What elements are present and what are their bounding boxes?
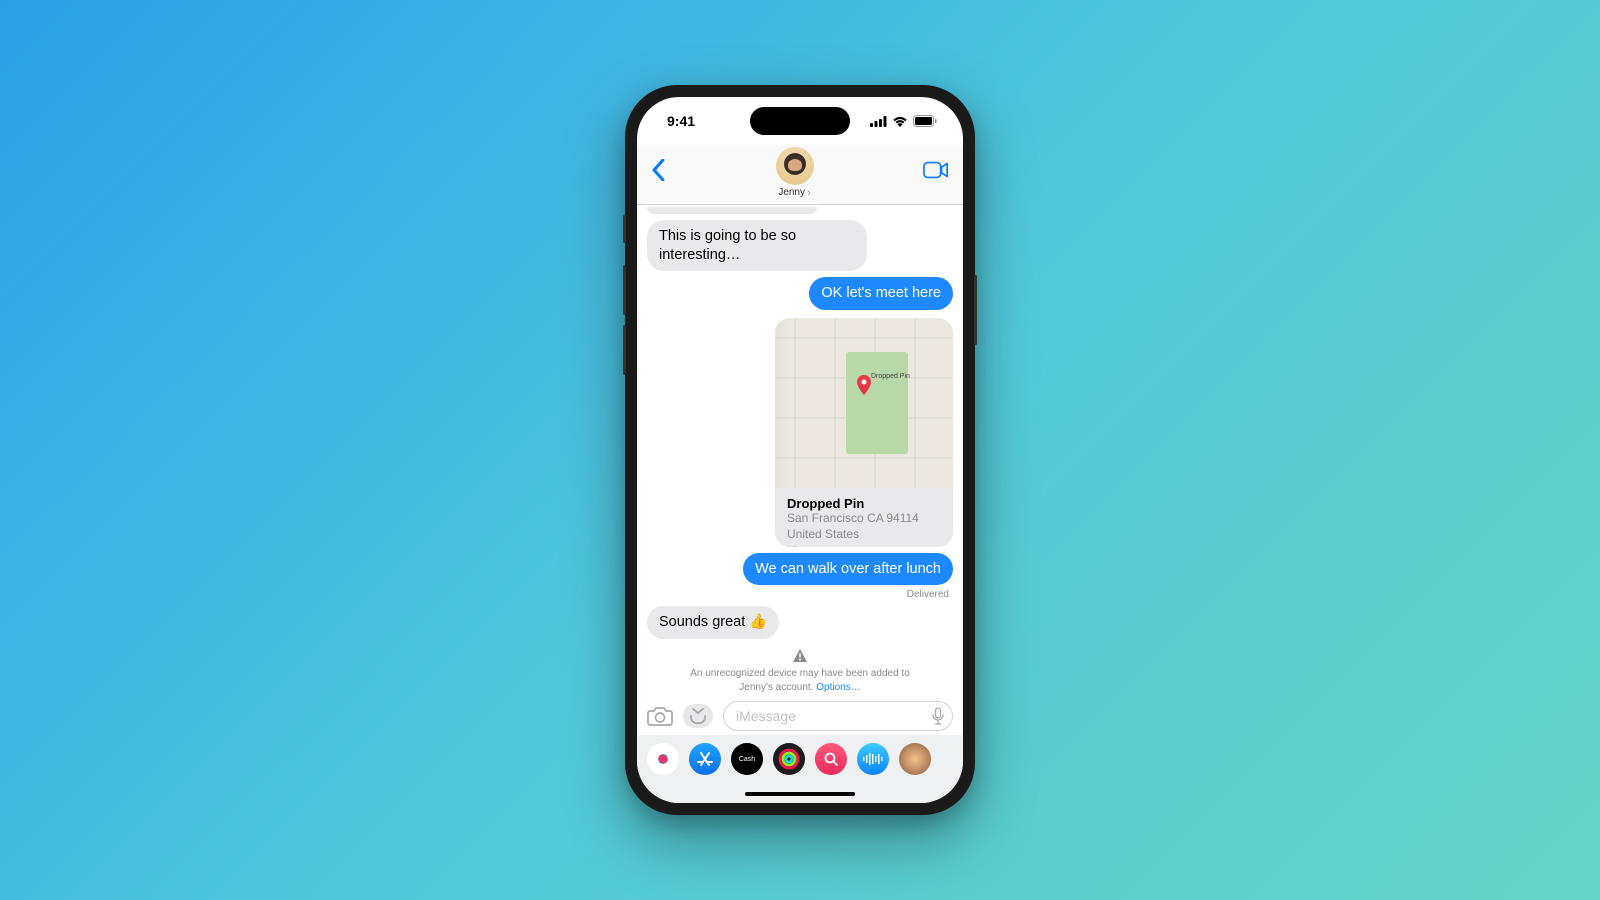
camera-button[interactable] (647, 706, 673, 726)
contact-name: Jenny (778, 187, 810, 199)
dock-photos[interactable] (647, 743, 679, 775)
delivered-status: Delivered (907, 589, 949, 600)
map-attachment[interactable]: Dropped Pin Dropped Pin San Francisco CA… (775, 318, 953, 547)
message-input[interactable]: iMessage (723, 701, 953, 731)
map-pin-icon (857, 375, 871, 395)
dictate-icon[interactable] (932, 707, 944, 725)
battery-icon (913, 115, 937, 127)
message-outgoing[interactable]: OK let's meet here (809, 277, 953, 310)
phone-frame: 9:41 Jenny This is going to be so intere… (625, 85, 975, 815)
dock-find-images[interactable] (815, 743, 847, 775)
dock-fitness[interactable] (773, 743, 805, 775)
nav-header: Jenny (637, 145, 963, 205)
map-pin-label: Dropped Pin (871, 373, 910, 380)
cellular-icon (870, 116, 887, 127)
message-incoming[interactable]: Sounds great 👍 (647, 606, 779, 639)
message-bubble-partial (647, 207, 817, 214)
screen: 9:41 Jenny This is going to be so intere… (637, 97, 963, 803)
dock-audio[interactable] (857, 743, 889, 775)
back-button[interactable] (651, 159, 666, 186)
home-indicator[interactable] (745, 792, 855, 796)
facetime-button[interactable] (923, 161, 949, 184)
alert-options-link[interactable]: Options… (816, 682, 860, 693)
message-outgoing[interactable]: We can walk over after lunch (743, 553, 953, 586)
map-address-1: San Francisco CA 94114 (787, 511, 941, 527)
message-incoming[interactable]: This is going to be so interesting… (647, 220, 867, 271)
apps-button[interactable] (683, 704, 713, 728)
alert-text: An unrecognized device may have been add… (690, 668, 910, 693)
contact-header[interactable]: Jenny (776, 147, 814, 199)
dynamic-island (750, 107, 850, 135)
map-preview: Dropped Pin (775, 318, 953, 488)
dock-memoji[interactable] (899, 743, 931, 775)
map-title: Dropped Pin (787, 496, 941, 511)
avatar (776, 147, 814, 185)
dock-apple-cash[interactable]: Cash (731, 743, 763, 775)
warning-icon (793, 649, 807, 662)
input-placeholder: iMessage (736, 708, 796, 724)
compose-bar: iMessage (637, 695, 963, 735)
message-thread[interactable]: This is going to be so interesting… OK l… (637, 205, 963, 695)
wifi-icon (892, 116, 908, 127)
status-time: 9:41 (667, 113, 695, 129)
security-alert: An unrecognized device may have been add… (647, 649, 953, 695)
map-address-2: United States (787, 527, 941, 543)
dock-appstore[interactable] (689, 743, 721, 775)
map-app-label: Maps (787, 545, 941, 547)
